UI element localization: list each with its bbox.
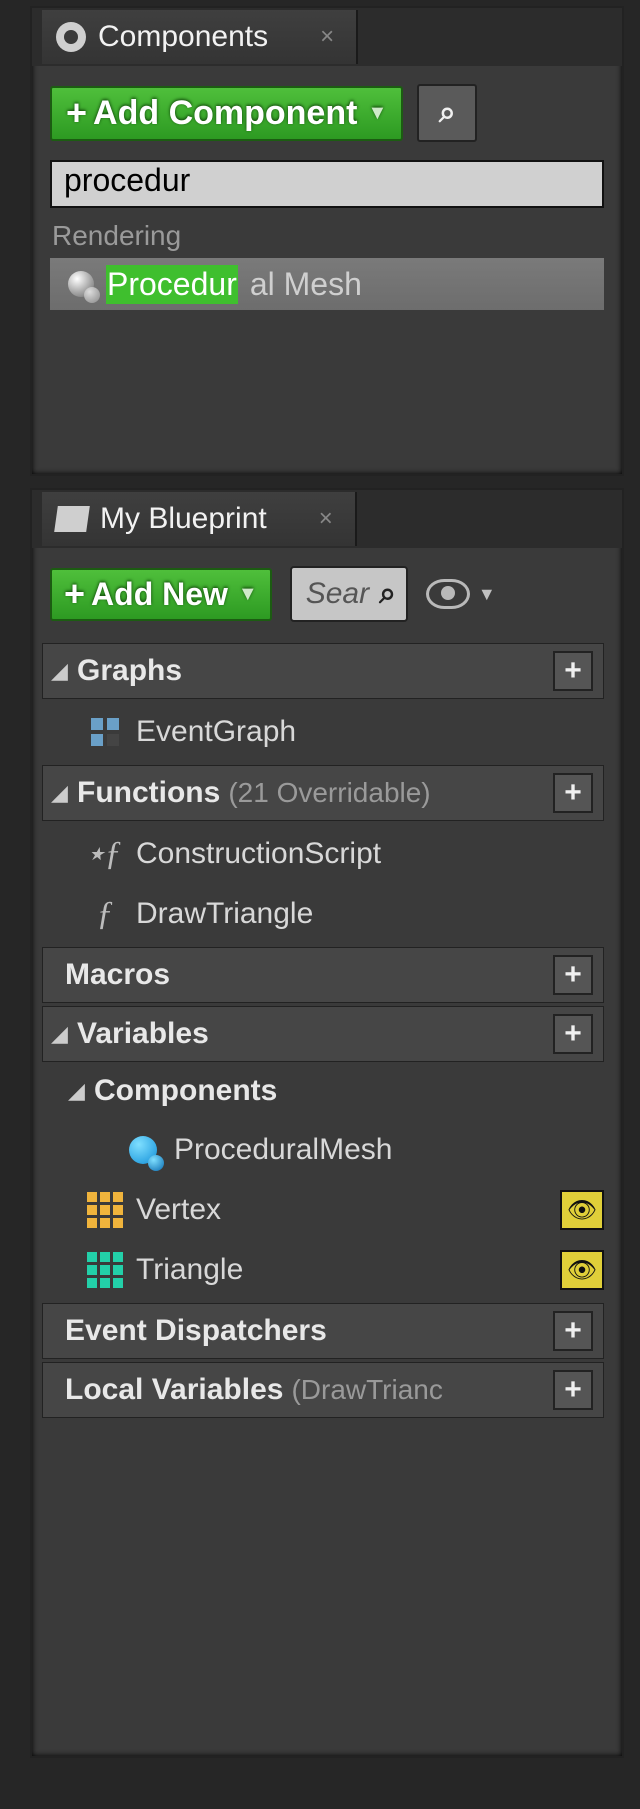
subcategory-components[interactable]: ◢ Components <box>60 1065 604 1117</box>
category-macros[interactable]: Macros + <box>42 947 604 1003</box>
category-variables[interactable]: ◢ Variables + <box>42 1006 604 1062</box>
array-icon <box>87 1252 123 1288</box>
expand-arrow-icon: ◢ <box>51 1021 77 1047</box>
visibility-toggle-button[interactable]: 👁 <box>560 1250 604 1290</box>
book-icon <box>54 506 90 532</box>
add-variable-button[interactable]: + <box>553 1014 593 1054</box>
function-item-label: ConstructionScript <box>136 837 381 871</box>
expand-arrow-icon: ◢ <box>68 1078 94 1104</box>
expand-arrow-icon: ◢ <box>51 658 77 684</box>
component-search-input[interactable]: procedur <box>50 160 604 208</box>
functions-override-count: (21 Overridable) <box>228 777 430 809</box>
add-component-label: Add Component <box>93 94 357 133</box>
search-result-highlight: Procedur <box>106 265 238 304</box>
components-tab[interactable]: Components × <box>42 10 358 64</box>
variable-label: Triangle <box>136 1253 243 1287</box>
search-section-label: Rendering <box>50 214 604 258</box>
array-icon <box>87 1192 123 1228</box>
component-icon <box>129 1136 157 1164</box>
plus-icon: + <box>66 95 87 131</box>
category-label: Variables <box>77 1017 209 1051</box>
chevron-down-icon: ▼ <box>363 102 387 125</box>
close-icon[interactable]: × <box>280 23 334 51</box>
components-tabbar: Components × <box>32 8 622 66</box>
eye-icon <box>426 579 470 609</box>
component-type-icon <box>68 271 94 297</box>
function-item-label: DrawTriangle <box>136 897 313 931</box>
search-icon: ⌕ <box>379 577 396 611</box>
graph-item-eventgraph[interactable]: EventGraph <box>88 702 604 762</box>
visibility-toggle-button[interactable]: 👁 <box>560 1190 604 1230</box>
blueprint-search-input[interactable]: Sear ⌕ <box>290 566 408 622</box>
category-functions[interactable]: ◢ Functions (21 Overridable) + <box>42 765 604 821</box>
chevron-down-icon: ▼ <box>478 584 496 605</box>
add-new-button[interactable]: + Add New ▼ <box>50 568 272 621</box>
add-dispatcher-button[interactable]: + <box>553 1311 593 1351</box>
gear-icon <box>56 22 86 52</box>
add-local-variable-button[interactable]: + <box>553 1370 593 1410</box>
expand-arrow-icon: ◢ <box>51 780 77 806</box>
function-icon: ƒ <box>88 895 122 933</box>
function-item-drawtriangle[interactable]: ƒ DrawTriangle <box>88 884 604 944</box>
category-label: Event Dispatchers <box>65 1314 327 1348</box>
add-macro-button[interactable]: + <box>553 955 593 995</box>
search-result-rest: al Mesh <box>250 266 362 303</box>
graph-icon <box>91 718 119 746</box>
function-override-icon: ★ƒ <box>88 835 122 873</box>
search-icon: ⌕ <box>439 96 456 130</box>
category-label: Graphs <box>77 654 182 688</box>
category-label: Local Variables <box>65 1373 283 1407</box>
add-new-label: Add New <box>91 576 228 613</box>
category-local-variables[interactable]: Local Variables (DrawTrianc + <box>42 1362 604 1418</box>
visibility-filter-dropdown[interactable]: ▼ <box>426 579 496 609</box>
blueprint-tabbar: My Blueprint × <box>32 490 622 548</box>
search-placeholder: Sear <box>306 577 369 611</box>
category-event-dispatchers[interactable]: Event Dispatchers + <box>42 1303 604 1359</box>
category-graphs[interactable]: ◢ Graphs + <box>42 643 604 699</box>
subcategory-label: Components <box>94 1074 277 1108</box>
search-button[interactable]: ⌕ <box>417 84 477 142</box>
category-label: Macros <box>65 958 170 992</box>
component-search-value: procedur <box>64 162 190 198</box>
function-item-constructionscript[interactable]: ★ƒ ConstructionScript <box>88 824 604 884</box>
variable-item-vertex[interactable]: Vertex 👁 <box>88 1180 604 1240</box>
graph-item-label: EventGraph <box>136 715 296 749</box>
category-label: Functions <box>77 776 220 810</box>
plus-icon: + <box>64 576 85 612</box>
add-graph-button[interactable]: + <box>553 651 593 691</box>
component-var-label: ProceduralMesh <box>174 1133 392 1167</box>
blueprint-tab-label: My Blueprint <box>100 502 267 536</box>
components-tab-label: Components <box>98 20 268 54</box>
add-function-button[interactable]: + <box>553 773 593 813</box>
local-vars-scope: (DrawTrianc <box>291 1374 442 1406</box>
chevron-down-icon: ▼ <box>234 583 258 606</box>
blueprint-tab[interactable]: My Blueprint × <box>42 492 357 546</box>
variable-item-triangle[interactable]: Triangle 👁 <box>88 1240 604 1300</box>
add-component-button[interactable]: + Add Component ▼ <box>50 86 403 141</box>
close-icon[interactable]: × <box>279 505 333 533</box>
component-var-proceduralmesh[interactable]: ProceduralMesh <box>126 1120 604 1180</box>
search-result-procedural-mesh[interactable]: Procedur al Mesh <box>50 258 604 310</box>
variable-label: Vertex <box>136 1193 221 1227</box>
